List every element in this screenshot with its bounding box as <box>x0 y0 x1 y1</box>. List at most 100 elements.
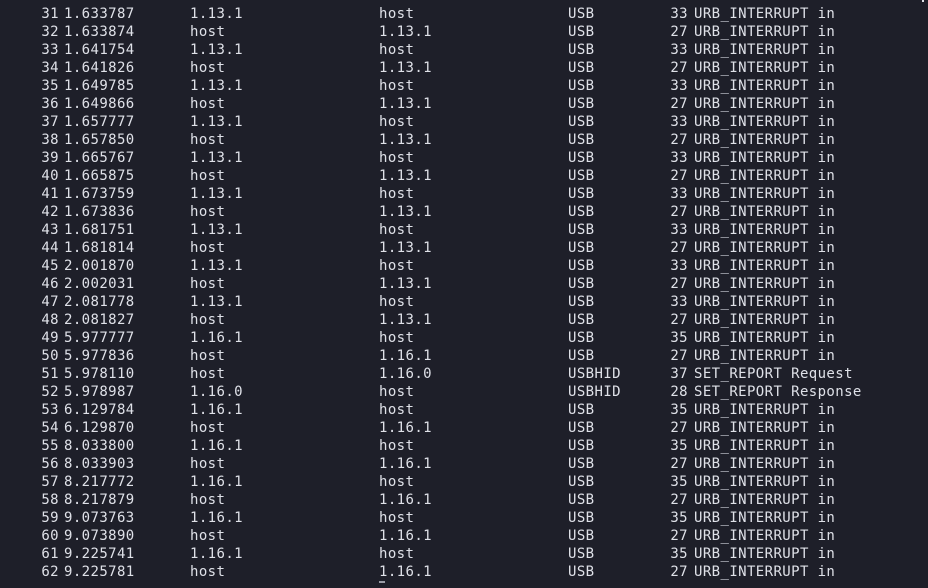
packet-destination: host <box>379 474 415 490</box>
packet-protocol: USB <box>568 528 595 544</box>
packet-destination: host <box>379 438 415 454</box>
packet-info: URB_INTERRUPT in <box>694 492 836 508</box>
packet-number: 38 <box>41 132 59 148</box>
packet-time: 9.225781 <box>64 564 135 580</box>
packet-protocol: USB <box>568 60 595 76</box>
packet-info: URB_INTERRUPT in <box>694 438 836 454</box>
packet-destination: 1.13.1 <box>379 312 432 328</box>
packet-number: 52 <box>41 384 59 400</box>
packet-length: 27 <box>670 528 688 544</box>
packet-info: URB_INTERRUPT in <box>694 258 836 274</box>
packet-info: URB_INTERRUPT in <box>694 564 836 580</box>
packet-number: 42 <box>41 204 59 220</box>
packet-protocol: USB <box>568 348 595 364</box>
packet-source: host <box>190 60 226 76</box>
packet-info: URB_INTERRUPT in <box>694 96 836 112</box>
packet-destination: 1.16.1 <box>379 420 432 436</box>
packet-destination: 1.16.1 <box>379 528 432 544</box>
packet-info: URB_INTERRUPT in <box>694 114 836 130</box>
packet-length: 27 <box>670 456 688 472</box>
packet-protocol: USB <box>568 186 595 202</box>
packet-destination: host <box>379 78 415 94</box>
packet-number: 43 <box>41 222 59 238</box>
packet-length: 35 <box>670 510 688 526</box>
packet-source: host <box>190 564 226 580</box>
packet-time: 6.129870 <box>64 420 135 436</box>
packet-protocol: USB <box>568 168 595 184</box>
packet-destination: host <box>379 6 415 22</box>
packet-destination: host <box>379 402 415 418</box>
packet-destination: host <box>379 384 415 400</box>
packet-length: 27 <box>670 492 688 508</box>
clipped-next-line <box>0 581 928 588</box>
packet-number: 33 <box>41 42 59 58</box>
packet-time: 9.073890 <box>64 528 135 544</box>
packet-length: 33 <box>670 78 688 94</box>
packet-destination: 1.16.0 <box>379 366 432 382</box>
packet-destination: host <box>379 222 415 238</box>
clipped-glyph-fragment <box>379 581 385 583</box>
packet-length: 27 <box>670 96 688 112</box>
packet-protocol: USB <box>568 204 595 220</box>
packet-time: 2.081827 <box>64 312 135 328</box>
packet-time: 1.649785 <box>64 78 135 94</box>
packet-length: 27 <box>670 204 688 220</box>
packet-destination: 1.13.1 <box>379 96 432 112</box>
packet-protocol: USB <box>568 42 595 58</box>
packet-destination: 1.13.1 <box>379 240 432 256</box>
packet-number: 51 <box>41 366 59 382</box>
packet-destination: 1.13.1 <box>379 276 432 292</box>
packet-number: 39 <box>41 150 59 166</box>
packet-source: 1.13.1 <box>190 42 243 58</box>
packet-source: host <box>190 96 226 112</box>
packet-source: 1.16.1 <box>190 330 243 346</box>
packet-number: 31 <box>41 6 59 22</box>
packet-info: URB_INTERRUPT in <box>694 348 836 364</box>
packet-number: 40 <box>41 168 59 184</box>
packet-number: 49 <box>41 330 59 346</box>
packet-protocol: USB <box>568 492 595 508</box>
packet-destination: host <box>379 150 415 166</box>
terminal-output: 31 1.633787 1.13.1 host USB 33 URB_INTERRUPT i… <box>0 0 928 588</box>
packet-source: host <box>190 366 226 382</box>
packet-length: 35 <box>670 402 688 418</box>
packet-info: URB_INTERRUPT in <box>694 240 836 256</box>
packet-length: 33 <box>670 186 688 202</box>
packet-length: 27 <box>670 168 688 184</box>
packet-source: 1.16.1 <box>190 438 243 454</box>
packet-time: 1.673836 <box>64 204 135 220</box>
packet-length: 27 <box>670 240 688 256</box>
packet-source: host <box>190 528 226 544</box>
packet-number: 59 <box>41 510 59 526</box>
packet-number: 61 <box>41 546 59 562</box>
packet-number: 44 <box>41 240 59 256</box>
packet-info: URB_INTERRUPT in <box>694 528 836 544</box>
packet-time: 2.001870 <box>64 258 135 274</box>
packet-info: URB_INTERRUPT in <box>694 24 836 40</box>
packet-length: 33 <box>670 6 688 22</box>
packet-protocol: USB <box>568 510 595 526</box>
packet-protocol: USBHID <box>568 366 621 382</box>
packet-time: 1.681751 <box>64 222 135 238</box>
packet-number: 48 <box>41 312 59 328</box>
packet-protocol: USB <box>568 276 595 292</box>
packet-time: 8.033903 <box>64 456 135 472</box>
packet-number: 45 <box>41 258 59 274</box>
packet-source: host <box>190 204 226 220</box>
packet-source: 1.16.1 <box>190 402 243 418</box>
packet-time: 1.657777 <box>64 114 135 130</box>
packet-time: 1.649866 <box>64 96 135 112</box>
packet-protocol: USB <box>568 78 595 94</box>
packet-source: 1.16.1 <box>190 474 243 490</box>
packet-time: 1.665875 <box>64 168 135 184</box>
packet-length: 35 <box>670 330 688 346</box>
packet-protocol: USB <box>568 240 595 256</box>
packet-destination: host <box>379 294 415 310</box>
packet-info: SET_REPORT Request <box>694 366 853 382</box>
packet-protocol: USB <box>568 114 595 130</box>
packet-info: URB_INTERRUPT in <box>694 168 836 184</box>
packet-info: URB_INTERRUPT in <box>694 132 836 148</box>
packet-number: 32 <box>41 24 59 40</box>
packet-source: host <box>190 348 226 364</box>
packet-length: 27 <box>670 24 688 40</box>
